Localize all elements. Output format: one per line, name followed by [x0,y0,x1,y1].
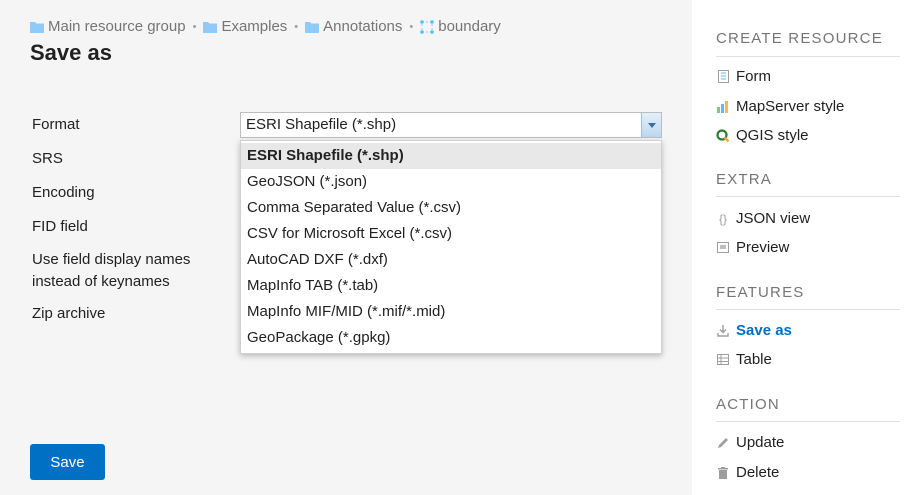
format-select[interactable]: ESRI Shapefile (*.shp) [240,112,662,138]
sidebar-item-label: JSON view [736,210,811,227]
folder-icon [30,21,44,33]
sidebar-item-label: Preview [736,239,790,256]
srs-label: SRS [32,150,63,167]
breadcrumb-label: Annotations [323,18,403,35]
display-names-label: Use field display names instead of keyna… [32,249,190,293]
sidebar-item-update[interactable]: Update [716,434,784,451]
sidebar-item-qgis-style[interactable]: QGIS style [716,127,809,144]
display-names-label-line1: Use field display names [32,251,191,268]
action-heading: ACTION [716,396,780,413]
display-names-label-line2: instead of keynames [32,273,170,290]
sidebar-item-json-view[interactable]: {} JSON view [716,210,810,227]
sidebar-item-label: Update [736,434,785,451]
sidebar-item-form[interactable]: Form [716,68,771,85]
encoding-label: Encoding [32,184,95,201]
format-select-value: ESRI Shapefile (*.shp) [246,116,397,133]
divider [716,56,900,57]
breadcrumb-separator: • [409,20,414,33]
breadcrumb-label: boundary [438,18,501,35]
format-option[interactable]: GeoJSON (*.json) [241,169,661,195]
fid-field-label: FID field [32,218,88,235]
qgis-style-icon [716,128,730,143]
preview-icon [716,242,730,253]
format-option[interactable]: AutoCAD DXF (*.dxf) [241,247,661,273]
format-option[interactable]: CSV for Microsoft Excel (*.csv) [241,221,661,247]
features-heading: FEATURES [716,284,805,301]
sidebar-item-mapserver-style[interactable]: MapServer style [716,98,844,115]
format-label: Format [32,116,80,133]
sidebar-item-save-as[interactable]: Save as [716,322,792,339]
mapserver-style-icon [716,100,730,113]
sidebar-item-label: Save as [736,322,792,339]
breadcrumb-label: Main resource group [48,18,186,35]
sidebar: CREATE RESOURCE Form MapServer style QGI… [692,0,922,495]
format-option[interactable]: MapInfo TAB (*.tab) [241,273,661,299]
sidebar-item-label: Form [736,68,771,85]
page-title: Save as [30,40,112,65]
format-option[interactable]: Comma Separated Value (*.csv) [241,195,661,221]
zip-archive-label: Zip archive [32,305,106,322]
divider [716,421,900,422]
divider [716,309,900,310]
sidebar-item-label: Delete [736,464,780,481]
main-content: Main resource group • Examples • Annotat… [0,0,692,495]
sidebar-item-label: Table [736,351,772,368]
save-button[interactable]: Save [30,444,105,480]
sidebar-item-delete[interactable]: Delete [716,464,779,481]
breadcrumb-separator: • [192,20,197,33]
format-option[interactable]: GeoPackage (*.gpkg) [241,325,661,351]
format-dropdown-list: ESRI Shapefile (*.shp) GeoJSON (*.json) … [240,140,662,354]
breadcrumb: Main resource group • Examples • Annotat… [30,18,501,35]
folder-icon [305,21,320,33]
create-resource-heading: CREATE RESOURCE [716,30,883,47]
format-option[interactable]: MapInfo MIF/MID (*.mif/*.mid) [241,299,661,325]
dropdown-arrow-icon[interactable] [641,113,661,137]
divider [716,196,900,197]
trash-icon [716,466,730,479]
format-option[interactable]: ESRI Shapefile (*.shp) [241,143,661,169]
sidebar-item-preview[interactable]: Preview [716,239,789,256]
breadcrumb-item-annotations[interactable]: Annotations [305,18,402,35]
pencil-icon [716,437,730,449]
breadcrumb-item-main-resource-group[interactable]: Main resource group [30,18,186,35]
breadcrumb-item-boundary: boundary [420,18,501,35]
vector-layer-icon [420,19,435,34]
breadcrumb-label: Examples [221,18,288,35]
sidebar-item-table[interactable]: Table [716,351,772,368]
download-icon [716,324,730,337]
sidebar-item-label: QGIS style [736,127,809,144]
breadcrumb-separator: • [294,20,299,33]
sidebar-item-label: MapServer style [736,98,845,115]
breadcrumb-item-examples[interactable]: Examples [203,18,287,35]
extra-heading: EXTRA [716,171,773,188]
form-icon [716,70,730,83]
json-icon: {} [718,211,727,226]
table-icon [716,354,730,365]
folder-icon [203,21,218,33]
